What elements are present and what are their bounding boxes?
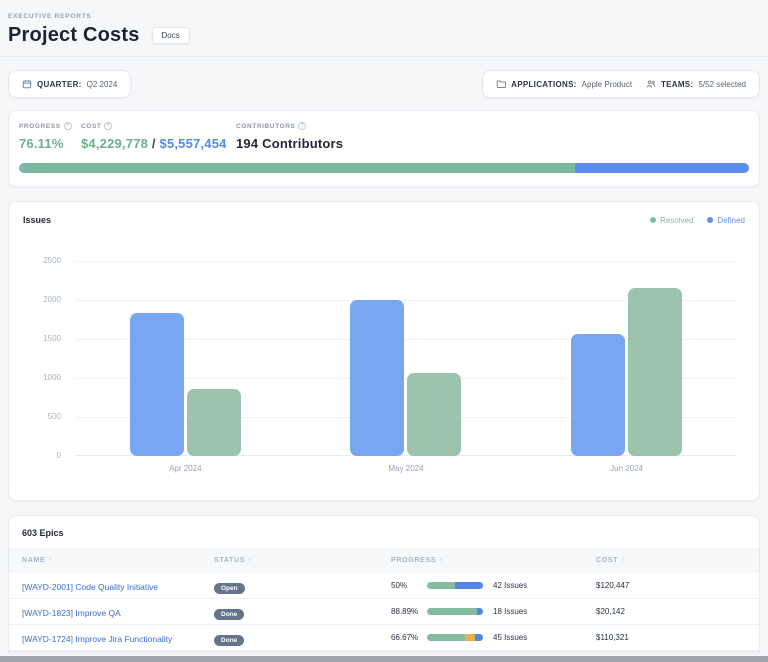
legend-dot <box>707 217 713 223</box>
bar-defined[interactable] <box>571 334 625 456</box>
progress-percent: 88.89% <box>391 607 427 616</box>
cost-spent: $4,229,778 <box>81 136 148 151</box>
column-header-cost[interactable]: COST↑ <box>596 557 746 564</box>
bar-resolved[interactable] <box>407 373 461 456</box>
cost-separator: / <box>148 136 159 151</box>
applications-value: Apple Product <box>582 80 632 89</box>
stat-contributors: CONTRIBUTORS ? 194 Contributors <box>236 122 343 151</box>
stat-progress: PROGRESS ? 76.11% <box>19 122 81 151</box>
table-header-row: NAME↑STATUS↑PROGRESS↑COST↑ <box>9 548 759 573</box>
docs-button[interactable]: Docs <box>152 27 190 44</box>
calendar-icon <box>22 79 32 89</box>
quarter-value: Q2 2024 <box>87 80 118 89</box>
cost-value: $20,142 <box>596 607 746 616</box>
teams-label: TEAMS: <box>661 80 693 89</box>
cost-value: $110,321 <box>596 633 746 642</box>
table-body: [WAYD-2001] Code Quality Initiative Open 5… <box>9 573 759 651</box>
cost-value: $120,447 <box>596 581 746 590</box>
column-header-progress[interactable]: PROGRESS↑ <box>391 557 596 564</box>
applications-filter[interactable]: APPLICATIONS: Apple Product <box>496 79 632 89</box>
right-filters: APPLICATIONS: Apple Product TEAMS: 5/52 … <box>482 70 760 98</box>
sort-icon: ↑ <box>48 557 52 564</box>
progress-percent: 50% <box>391 581 427 590</box>
progress-percent: 66.67% <box>391 633 427 642</box>
help-icon[interactable]: ? <box>64 122 72 130</box>
epic-link[interactable]: [WAYD-1724] Improve Jira Functionality <box>22 634 172 644</box>
column-header-name[interactable]: NAME↑ <box>22 557 214 564</box>
bottom-cutoff-strip <box>0 656 768 662</box>
teams-icon <box>646 79 656 89</box>
sort-icon: ↑ <box>439 557 443 564</box>
issues-count: 45 Issues <box>493 633 527 642</box>
epics-count-title: 603 Epics <box>9 528 759 538</box>
table-row: [WAYD-1724] Improve Jira Functionality Do… <box>9 625 759 651</box>
chart-legend: Resolved Defined <box>650 216 745 225</box>
y-tick-label: 2000 <box>23 295 61 304</box>
stats-card: PROGRESS ? 76.11% COST ? $4,229,778 / $5… <box>8 110 760 187</box>
issues-count: 18 Issues <box>493 607 527 616</box>
bar-resolved[interactable] <box>187 389 241 456</box>
applications-label: APPLICATIONS: <box>511 80 577 89</box>
issues-chart-card: Issues Resolved Defined 0 500 1000 1500 2000 2… <box>8 201 760 501</box>
quarter-label: QUARTER: <box>37 80 82 89</box>
stat-cost: COST ? $4,229,778 / $5,557,454 <box>81 122 236 151</box>
y-tick-label: 2500 <box>23 256 61 265</box>
progress-label: PROGRESS <box>19 123 61 130</box>
chart-plot: Apr 2024 May 2024 Jun 2024 <box>75 261 737 456</box>
bar-group: Jun 2024 <box>571 261 682 456</box>
status-badge: Done <box>214 609 244 620</box>
progress-value: 76.11% <box>19 136 81 151</box>
contributors-value: 194 Contributors <box>236 136 343 151</box>
x-tick-label: Jun 2024 <box>610 464 643 473</box>
contributors-label: CONTRIBUTORS <box>236 123 295 130</box>
bar-defined[interactable] <box>130 313 184 456</box>
cost-label: COST <box>81 123 101 130</box>
status-badge: Done <box>214 635 244 646</box>
y-tick-label: 1500 <box>23 334 61 343</box>
issues-count: 42 Issues <box>493 581 527 590</box>
cost-total: $5,557,454 <box>160 136 227 151</box>
teams-filter[interactable]: TEAMS: 5/52 selected <box>646 79 746 89</box>
page-title: Project Costs <box>8 24 140 47</box>
table-row: [WAYD-2001] Code Quality Initiative Open 5… <box>9 573 759 599</box>
sort-icon: ↑ <box>248 557 252 564</box>
quarter-filter[interactable]: QUARTER: Q2 2024 <box>8 70 131 98</box>
legend-item-defined[interactable]: Defined <box>707 216 745 225</box>
bar-resolved[interactable] <box>628 288 682 456</box>
x-tick-label: May 2024 <box>388 464 423 473</box>
issues-bar-chart: 05001000150020002500 Apr 2024May 2024Jun… <box>23 261 745 481</box>
legend-item-resolved[interactable]: Resolved <box>650 216 693 225</box>
overall-progress-bar <box>19 163 749 173</box>
x-tick-label: Apr 2024 <box>169 464 201 473</box>
table-row: [WAYD-1823] Improve QA Done 88.89% 18 Issue… <box>9 599 759 625</box>
project-costs-page: EXECUTIVE REPORTS Project Costs Docs QUA… <box>0 0 768 662</box>
progress-minibar <box>427 582 483 589</box>
y-tick-label: 500 <box>23 412 61 421</box>
y-tick-label: 0 <box>23 451 61 460</box>
help-icon[interactable]: ? <box>298 122 306 130</box>
help-icon[interactable]: ? <box>104 122 112 130</box>
teams-value: 5/52 selected <box>698 80 746 89</box>
y-tick-label: 1000 <box>23 373 61 382</box>
folder-icon <box>496 79 506 89</box>
overall-progress-segment <box>19 163 575 173</box>
legend-dot <box>650 217 656 223</box>
progress-minibar <box>427 634 483 641</box>
chart-title: Issues <box>23 215 51 225</box>
epic-link[interactable]: [WAYD-1823] Improve QA <box>22 608 121 618</box>
bar-group: May 2024 <box>350 261 461 456</box>
column-header-status[interactable]: STATUS↑ <box>214 557 391 564</box>
status-badge: Open <box>214 583 245 594</box>
overall-progress-segment <box>575 163 749 173</box>
breadcrumb: EXECUTIVE REPORTS <box>8 0 760 20</box>
bar-defined[interactable] <box>350 300 404 456</box>
chart-y-labels: 05001000150020002500 <box>23 261 61 456</box>
bar-group: Apr 2024 <box>130 261 241 456</box>
sort-icon: ↑ <box>621 557 625 564</box>
epics-table-card: 603 Epics NAME↑STATUS↑PROGRESS↑COST↑ [WA… <box>8 515 760 652</box>
header-divider <box>0 56 768 57</box>
progress-minibar <box>427 608 483 615</box>
epic-link[interactable]: [WAYD-2001] Code Quality Initiative <box>22 582 158 592</box>
chart-groups: Apr 2024 May 2024 Jun 2024 <box>75 261 737 456</box>
